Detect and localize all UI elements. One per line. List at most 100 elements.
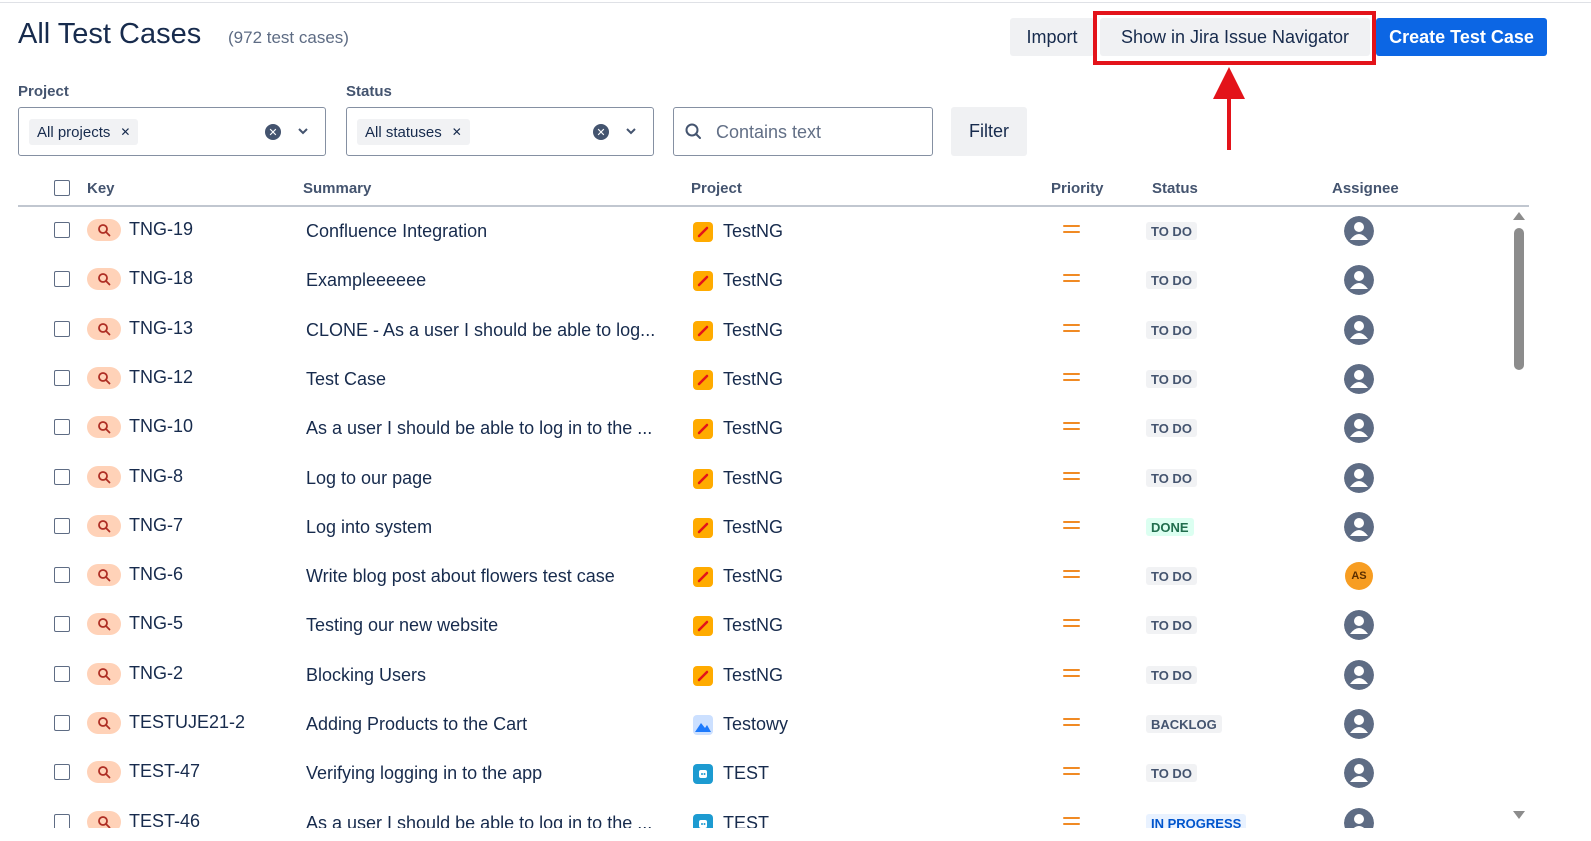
- clear-icon[interactable]: ✕: [265, 124, 281, 140]
- scrollbar-thumb[interactable]: [1514, 228, 1524, 370]
- default-avatar-icon[interactable]: [1344, 463, 1374, 493]
- remove-chip-icon[interactable]: ✕: [452, 125, 462, 139]
- avatar[interactable]: AS: [1345, 562, 1373, 590]
- scroll-up-arrow-icon[interactable]: [1513, 212, 1525, 220]
- default-avatar-icon[interactable]: [1344, 709, 1374, 739]
- summary-link[interactable]: Test Case: [306, 369, 386, 390]
- issue-key-link[interactable]: TNG-10: [129, 416, 193, 437]
- column-header-priority[interactable]: Priority: [1051, 180, 1104, 197]
- default-avatar-icon[interactable]: [1344, 315, 1374, 345]
- issue-key-link[interactable]: TNG-7: [129, 515, 183, 536]
- column-header-summary[interactable]: Summary: [303, 180, 371, 197]
- row-checkbox[interactable]: [54, 764, 70, 780]
- default-avatar-icon[interactable]: [1344, 364, 1374, 394]
- default-avatar-icon[interactable]: [1344, 216, 1374, 246]
- summary-link[interactable]: Testing our new website: [306, 615, 498, 636]
- issue-key-link[interactable]: TNG-2: [129, 663, 183, 684]
- issue-key-link[interactable]: TNG-6: [129, 564, 183, 585]
- status-badge: TO DO: [1146, 222, 1197, 240]
- default-avatar-icon[interactable]: [1344, 660, 1374, 690]
- summary-link[interactable]: Write blog post about flowers test case: [306, 566, 615, 587]
- row-checkbox[interactable]: [54, 370, 70, 386]
- default-avatar-icon[interactable]: [1344, 758, 1374, 788]
- summary-link[interactable]: Log to our page: [306, 468, 432, 489]
- summary-link[interactable]: Verifying logging in to the app: [306, 763, 542, 784]
- select-all-checkbox[interactable]: [54, 180, 70, 196]
- remove-chip-icon[interactable]: ✕: [120, 125, 130, 139]
- default-avatar-icon[interactable]: [1344, 413, 1374, 443]
- table-row[interactable]: TNG-2 Blocking Users TestNG TO DO: [18, 650, 1498, 699]
- default-avatar-icon[interactable]: [1344, 610, 1374, 640]
- default-avatar-icon[interactable]: [1344, 265, 1374, 295]
- column-header-assignee[interactable]: Assignee: [1332, 180, 1399, 197]
- row-checkbox[interactable]: [54, 222, 70, 238]
- summary-link[interactable]: Exampleeeeee: [306, 270, 426, 291]
- row-checkbox[interactable]: [54, 271, 70, 287]
- test-case-type-icon: [87, 515, 121, 537]
- table-row[interactable]: TNG-19 Confluence Integration TestNG TO …: [18, 206, 1498, 255]
- issue-key-link[interactable]: TNG-18: [129, 268, 193, 289]
- page-title: All Test Cases: [18, 18, 202, 50]
- row-checkbox[interactable]: [54, 321, 70, 337]
- table-row[interactable]: TNG-7 Log into system TestNG DONE: [18, 502, 1498, 551]
- issue-key-link[interactable]: TEST-46: [129, 811, 200, 828]
- row-checkbox[interactable]: [54, 616, 70, 632]
- chevron-down-icon[interactable]: [297, 121, 309, 144]
- table-row[interactable]: TNG-8 Log to our page TestNG TO DO: [18, 453, 1498, 502]
- search-input[interactable]: [716, 118, 916, 146]
- summary-link[interactable]: Log into system: [306, 517, 432, 538]
- create-test-case-button[interactable]: Create Test Case: [1376, 18, 1547, 56]
- table-row[interactable]: TEST-47 Verifying logging in to the app …: [18, 748, 1498, 797]
- table-row[interactable]: TESTUJE21-2 Adding Products to the Cart …: [18, 699, 1498, 748]
- row-checkbox[interactable]: [54, 567, 70, 583]
- issue-key-link[interactable]: TNG-13: [129, 318, 193, 339]
- summary-link[interactable]: As a user I should be able to log in to …: [306, 418, 652, 439]
- table-row[interactable]: TNG-12 Test Case TestNG TO DO: [18, 354, 1498, 403]
- show-in-jira-navigator-button[interactable]: Show in Jira Issue Navigator: [1100, 18, 1370, 56]
- table-row[interactable]: TNG-13 CLONE - As a user I should be abl…: [18, 305, 1498, 354]
- row-checkbox[interactable]: [54, 518, 70, 534]
- pencil-icon: [693, 469, 713, 489]
- mountain-image-icon: [693, 715, 713, 735]
- column-header-key[interactable]: Key: [87, 180, 115, 197]
- table-row[interactable]: TNG-10 As a user I should be able to log…: [18, 403, 1498, 452]
- pencil-icon: [693, 321, 713, 341]
- filter-button[interactable]: Filter: [951, 107, 1027, 156]
- column-header-project[interactable]: Project: [691, 180, 742, 197]
- clear-icon[interactable]: ✕: [593, 124, 609, 140]
- table-row[interactable]: TNG-18 Exampleeeeee TestNG TO DO: [18, 255, 1498, 304]
- column-header-status[interactable]: Status: [1152, 180, 1198, 197]
- row-checkbox[interactable]: [54, 666, 70, 682]
- project-name: TestNG: [723, 369, 784, 389]
- table-row[interactable]: TEST-46 As a user I should be able to lo…: [18, 798, 1498, 828]
- issue-key-link[interactable]: TNG-12: [129, 367, 193, 388]
- table-row[interactable]: TNG-5 Testing our new website TestNG TO …: [18, 600, 1498, 649]
- issue-key-link[interactable]: TESTUJE21-2: [129, 712, 245, 733]
- issue-key-link[interactable]: TNG-5: [129, 613, 183, 634]
- summary-link[interactable]: As a user I should be able to log in to …: [306, 813, 652, 828]
- row-checkbox[interactable]: [54, 715, 70, 731]
- pencil-icon: [693, 666, 713, 686]
- default-avatar-icon[interactable]: [1344, 808, 1374, 828]
- summary-link[interactable]: Confluence Integration: [306, 221, 487, 242]
- status-select[interactable]: All statuses ✕ ✕: [346, 107, 654, 156]
- row-checkbox[interactable]: [54, 814, 70, 828]
- project-name: TestNG: [723, 566, 784, 586]
- default-avatar-icon[interactable]: [1344, 512, 1374, 542]
- row-checkbox[interactable]: [54, 469, 70, 485]
- summary-link[interactable]: Adding Products to the Cart: [306, 714, 527, 735]
- scroll-down-arrow-icon[interactable]: [1513, 811, 1525, 819]
- project-select[interactable]: All projects ✕ ✕: [18, 107, 326, 156]
- issue-key-link[interactable]: TNG-8: [129, 466, 183, 487]
- project-name: TestNG: [723, 517, 784, 537]
- row-checkbox[interactable]: [54, 419, 70, 435]
- import-button[interactable]: Import: [1010, 18, 1094, 56]
- issue-key-link[interactable]: TNG-19: [129, 219, 193, 240]
- summary-link[interactable]: CLONE - As a user I should be able to lo…: [306, 320, 655, 341]
- robot-icon: [693, 764, 713, 784]
- summary-link[interactable]: Blocking Users: [306, 665, 426, 686]
- issue-key-link[interactable]: TEST-47: [129, 761, 200, 782]
- search-field[interactable]: [673, 107, 933, 156]
- table-row[interactable]: TNG-6 Write blog post about flowers test…: [18, 551, 1498, 600]
- chevron-down-icon[interactable]: [625, 121, 637, 144]
